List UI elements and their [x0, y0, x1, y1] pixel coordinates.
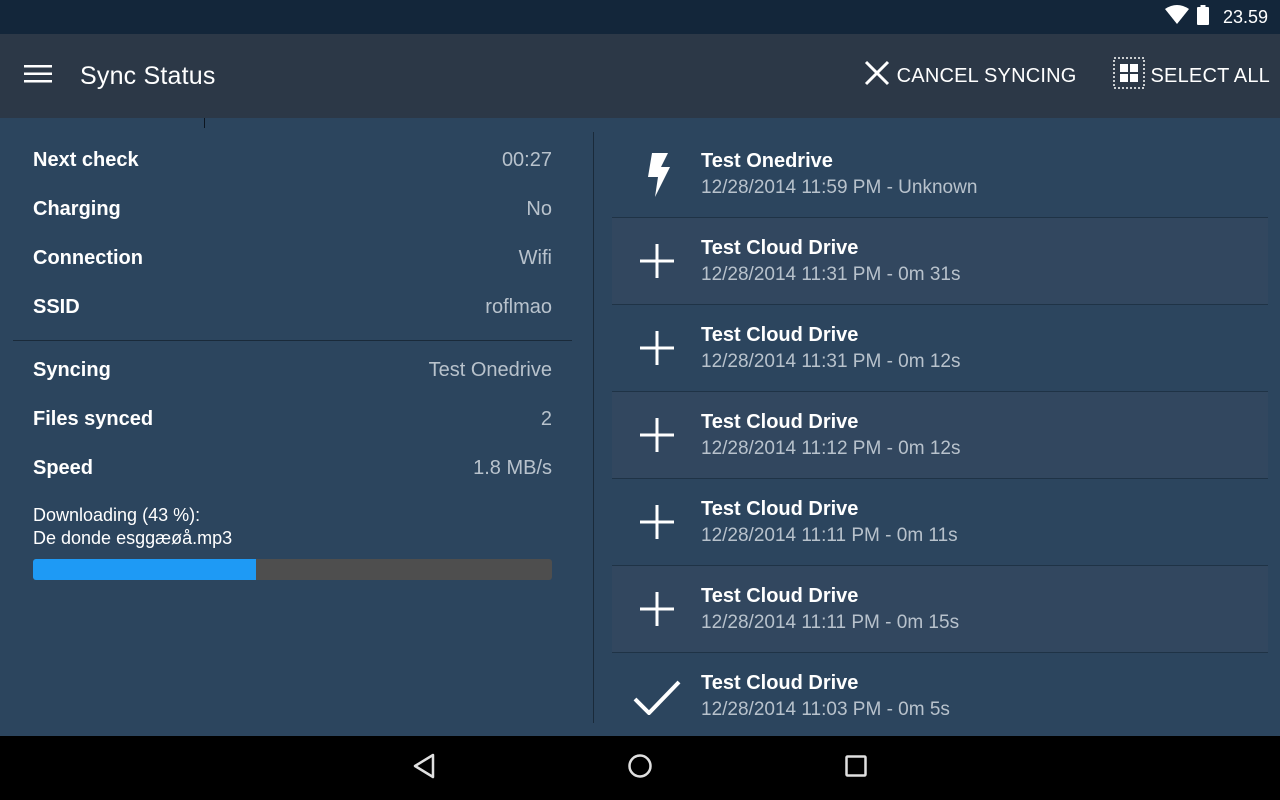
menu-button[interactable] — [0, 34, 76, 118]
sync-history-text: Test Cloud Drive 12/28/2014 11:03 PM - 0m… — [701, 672, 950, 721]
plus-icon — [612, 492, 701, 552]
cancel-syncing-button[interactable]: CANCEL SYNCING — [853, 34, 1087, 118]
sync-history-subtitle: 12/28/2014 11:31 PM - 0m 12s — [701, 350, 961, 372]
back-button[interactable] — [408, 752, 440, 784]
plus-icon — [612, 231, 701, 291]
sync-history-subtitle: 12/28/2014 11:03 PM - 0m 5s — [701, 699, 950, 720]
sync-history-item[interactable]: Test Cloud Drive 12/28/2014 11:31 PM - 0m… — [612, 218, 1268, 305]
status-bar: 23.59 — [0, 0, 1280, 34]
home-button[interactable] — [624, 752, 656, 784]
sync-history-item[interactable]: Test Cloud Drive 12/28/2014 11:11 PM - 0m… — [612, 566, 1268, 653]
battery-icon — [1196, 4, 1209, 30]
sync-history-title: Test Onedrive — [701, 150, 833, 172]
status-value: 1.8 MB/s — [473, 456, 552, 479]
status-row-speed: Speed 1.8 MB/s — [33, 448, 552, 488]
sync-history-item[interactable]: Test Cloud Drive 12/28/2014 11:03 PM - 0m… — [612, 653, 1268, 740]
status-row-ssid: SSID roflmao — [33, 287, 552, 327]
sync-history-text: Test Cloud Drive 12/28/2014 11:11 PM - 0m… — [701, 498, 958, 547]
sync-history-list: Test Onedrive 12/28/2014 11:59 PM - Unkno… — [612, 132, 1268, 740]
status-key: Connection — [33, 246, 143, 269]
sync-history-title: Test Cloud Drive — [701, 497, 859, 520]
plus-icon — [612, 579, 701, 639]
select-all-icon — [1112, 57, 1145, 95]
download-status: Downloading (43 %): De donde esggæøå.mp3 — [33, 504, 232, 550]
sync-history-title: Test Cloud Drive — [701, 672, 859, 694]
status-value: 2 — [540, 407, 552, 430]
status-row-next-check: Next check 00:27 — [33, 140, 552, 180]
status-key: SSID — [33, 295, 80, 318]
sync-history-title: Test Cloud Drive — [701, 236, 859, 259]
download-progress-bar — [33, 559, 552, 580]
sync-history-subtitle: 12/28/2014 11:12 PM - 0m 12s — [701, 437, 961, 459]
status-key: Syncing — [33, 358, 111, 381]
app-bar: Sync Status CANCEL SYNCING SELECT ALL — [0, 34, 1280, 118]
sync-history-title: Test Cloud Drive — [701, 410, 859, 433]
download-progress-label: Downloading (43 %): — [33, 505, 201, 525]
sync-history-title: Test Cloud Drive — [701, 323, 859, 346]
checkmark-icon — [612, 667, 701, 727]
recents-icon — [844, 754, 868, 783]
sync-history-text: Test Onedrive 12/28/2014 11:59 PM - Unkno… — [701, 150, 977, 199]
status-row-files-synced: Files synced 2 — [33, 399, 552, 439]
sync-history-text: Test Cloud Drive 12/28/2014 11:12 PM - 0m… — [701, 411, 960, 460]
status-key: Next check — [33, 148, 139, 171]
recents-button[interactable] — [840, 752, 872, 784]
status-value: Test Onedrive — [428, 358, 552, 381]
sync-history-item[interactable]: Test Onedrive 12/28/2014 11:59 PM - Unkno… — [612, 132, 1268, 218]
status-key: Charging — [33, 197, 121, 220]
section-divider — [13, 340, 572, 341]
select-all-button[interactable]: SELECT ALL — [1103, 34, 1280, 118]
status-row-charging: Charging No — [33, 189, 552, 229]
sync-history-subtitle: 12/28/2014 11:11 PM - 0m 15s — [701, 611, 960, 633]
sync-history-text: Test Cloud Drive 12/28/2014 11:31 PM - 0m… — [701, 237, 960, 286]
app-bar-actions: CANCEL SYNCING SELECT ALL — [853, 34, 1280, 118]
plus-icon — [612, 405, 701, 465]
sync-history-item[interactable]: Test Cloud Drive 12/28/2014 11:11 PM - 0m… — [612, 479, 1268, 566]
clock: 23.59 — [1222, 6, 1268, 27]
plus-icon — [612, 318, 701, 378]
back-icon — [412, 753, 436, 784]
sync-history-text: Test Cloud Drive 12/28/2014 11:31 PM - 0m… — [701, 324, 960, 373]
status-key: Speed — [33, 456, 94, 479]
status-row-connection: Connection Wifi — [33, 238, 552, 278]
close-icon — [863, 59, 891, 93]
pane-divider — [593, 132, 594, 723]
cancel-syncing-label: CANCEL SYNCING — [896, 64, 1077, 87]
status-value: No — [526, 197, 552, 220]
navigation-bar — [0, 736, 1280, 800]
status-key: Files synced — [33, 407, 154, 430]
sync-history-item[interactable]: Test Cloud Drive 12/28/2014 11:12 PM - 0m… — [612, 392, 1268, 479]
home-icon — [627, 753, 653, 784]
download-filename: De donde esggæøå.mp3 — [33, 528, 233, 548]
status-value: Wifi — [518, 246, 552, 269]
status-row-syncing: Syncing Test Onedrive — [33, 350, 552, 390]
select-all-label: SELECT ALL — [1150, 64, 1270, 87]
download-progress-fill — [33, 559, 257, 580]
status-value: 00:27 — [501, 148, 552, 171]
sync-history-item[interactable]: Test Cloud Drive 12/28/2014 11:31 PM - 0m… — [612, 305, 1268, 392]
sync-history-text: Test Cloud Drive 12/28/2014 11:11 PM - 0m… — [701, 585, 959, 634]
wifi-icon — [1164, 4, 1189, 30]
sync-history-subtitle: 12/28/2014 11:11 PM - 0m 11s — [701, 524, 958, 546]
sync-history-subtitle: 12/28/2014 11:59 PM - Unknown — [701, 177, 978, 198]
page-title: Sync Status — [80, 61, 216, 90]
status-value: roflmao — [485, 295, 552, 318]
sync-history-subtitle: 12/28/2014 11:31 PM - 0m 31s — [701, 263, 961, 285]
sync-history-title: Test Cloud Drive — [701, 584, 859, 607]
lightning-icon — [612, 145, 701, 205]
hamburger-menu-icon — [24, 64, 52, 89]
